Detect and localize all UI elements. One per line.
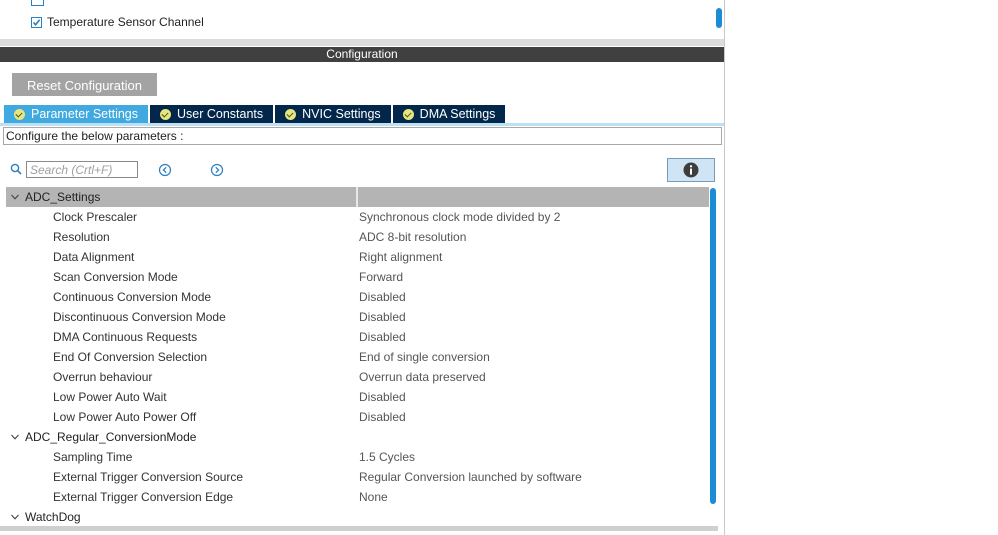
tab-nvic-settings[interactable]: NVIC Settings	[275, 105, 391, 123]
param-name: DMA Continuous Requests	[53, 330, 198, 344]
check-circle-icon	[14, 108, 25, 120]
tab-parameter-settings[interactable]: Parameter Settings	[4, 105, 148, 123]
param-value[interactable]: Disabled	[359, 327, 406, 347]
tab-label: NVIC Settings	[302, 107, 381, 121]
table-row[interactable]: Data Alignment Right alignment	[6, 247, 709, 267]
info-button[interactable]	[667, 158, 715, 182]
param-value[interactable]: Regular Conversion launched by software	[359, 467, 582, 487]
table-row[interactable]: External Trigger Conversion Source Regula…	[6, 467, 709, 487]
param-value[interactable]: Disabled	[359, 387, 406, 407]
param-value[interactable]: Overrun data preserved	[359, 367, 486, 387]
table-row[interactable]: Scan Conversion Mode Forward	[6, 267, 709, 287]
table-row[interactable]: Clock Prescaler Synchronous clock mode di…	[6, 207, 709, 227]
tab-underline	[0, 123, 724, 126]
table-row[interactable]: Resolution ADC 8-bit resolution	[6, 227, 709, 247]
tab-dma-settings[interactable]: DMA Settings	[392, 105, 506, 123]
parameter-table-scrollbar[interactable]	[710, 188, 716, 504]
search-input[interactable]	[26, 161, 138, 178]
parameter-table: ADC_Settings Clock Prescaler Synchronous …	[6, 187, 709, 527]
param-value[interactable]: Synchronous clock mode divided by 2	[359, 207, 560, 227]
param-name: External Trigger Conversion Edge	[53, 490, 234, 504]
param-name: Sampling Time	[53, 450, 133, 464]
channel-checkbox-partial[interactable]	[31, 0, 44, 6]
param-name: Clock Prescaler	[53, 210, 138, 224]
param-name: Low Power Auto Wait	[53, 390, 167, 404]
horizontal-scrollbar[interactable]	[0, 526, 718, 531]
param-value[interactable]: Right alignment	[359, 247, 442, 267]
table-row[interactable]: DMA Continuous Requests Disabled	[6, 327, 709, 347]
param-name: External Trigger Conversion Source	[53, 470, 244, 484]
param-name: Resolution	[53, 230, 110, 244]
check-circle-icon	[160, 108, 171, 120]
check-circle-icon	[402, 108, 414, 120]
adc-configuration-panel: Temperature Sensor Channel Configuration…	[0, 0, 725, 535]
param-value[interactable]: Disabled	[359, 407, 406, 427]
table-row[interactable]: Discontinuous Conversion Mode Disabled	[6, 307, 709, 327]
param-value[interactable]: Disabled	[359, 287, 406, 307]
param-value[interactable]: Disabled	[359, 307, 406, 327]
parameters-description: Configure the below parameters :	[3, 127, 722, 145]
param-name: Data Alignment	[53, 250, 135, 264]
chevron-down-icon[interactable]	[11, 513, 19, 521]
param-name: Scan Conversion Mode	[53, 270, 178, 284]
channel-label: Temperature Sensor Channel	[47, 15, 204, 29]
previous-match-icon[interactable]	[158, 163, 172, 180]
param-name: Low Power Auto Power Off	[53, 410, 197, 424]
configuration-header: Configuration	[0, 47, 724, 62]
group-row-adc-regular-conversion-mode[interactable]: ADC_Regular_ConversionMode	[6, 427, 709, 447]
param-name: Discontinuous Conversion Mode	[53, 310, 226, 324]
param-name: Continuous Conversion Mode	[53, 290, 212, 304]
next-match-icon[interactable]	[210, 163, 224, 180]
info-icon	[683, 162, 699, 178]
chevron-down-icon[interactable]	[11, 193, 19, 201]
table-row[interactable]: External Trigger Conversion Edge None	[6, 487, 709, 507]
group-label: WatchDog	[25, 510, 81, 524]
tab-label: Parameter Settings	[31, 107, 138, 121]
table-row[interactable]: Continuous Conversion Mode Disabled	[6, 287, 709, 307]
splitter[interactable]	[0, 39, 724, 46]
tab-label: DMA Settings	[419, 107, 496, 121]
table-row[interactable]: Low Power Auto Power Off Disabled	[6, 407, 709, 427]
param-value[interactable]: Forward	[359, 267, 403, 287]
config-tabs: Parameter Settings User Constants NVIC S…	[4, 105, 507, 123]
group-label: ADC_Settings	[25, 190, 101, 204]
table-row[interactable]: Low Power Auto Wait Disabled	[6, 387, 709, 407]
chevron-down-icon[interactable]	[11, 433, 19, 441]
param-value[interactable]: ADC 8-bit resolution	[359, 227, 466, 247]
param-name: Overrun behaviour	[53, 370, 153, 384]
table-row[interactable]: Sampling Time 1.5 Cycles	[6, 447, 709, 467]
param-value[interactable]: 1.5 Cycles	[359, 447, 415, 467]
reset-configuration-button[interactable]: Reset Configuration	[12, 73, 157, 96]
param-value[interactable]: None	[359, 487, 388, 507]
tab-user-constants[interactable]: User Constants	[150, 105, 274, 123]
table-row[interactable]: End Of Conversion Selection End of single…	[6, 347, 709, 367]
group-label: ADC_Regular_ConversionMode	[25, 430, 197, 444]
tab-label: User Constants	[177, 107, 264, 121]
channel-list: Temperature Sensor Channel	[0, 0, 724, 40]
group-row-watchdog[interactable]: WatchDog	[6, 507, 709, 527]
param-name: End Of Conversion Selection	[53, 350, 208, 364]
channel-item[interactable]: Temperature Sensor Channel	[31, 15, 204, 29]
table-row[interactable]: Overrun behaviour Overrun data preserved	[6, 367, 709, 387]
group-row-adc-settings[interactable]: ADC_Settings	[6, 187, 709, 207]
channel-list-scrollbar[interactable]	[716, 8, 722, 28]
check-circle-icon	[285, 108, 297, 120]
channel-checkbox[interactable]	[31, 16, 42, 28]
param-value[interactable]: End of single conversion	[359, 347, 490, 367]
search-icon	[10, 163, 22, 178]
check-icon	[32, 18, 41, 26]
